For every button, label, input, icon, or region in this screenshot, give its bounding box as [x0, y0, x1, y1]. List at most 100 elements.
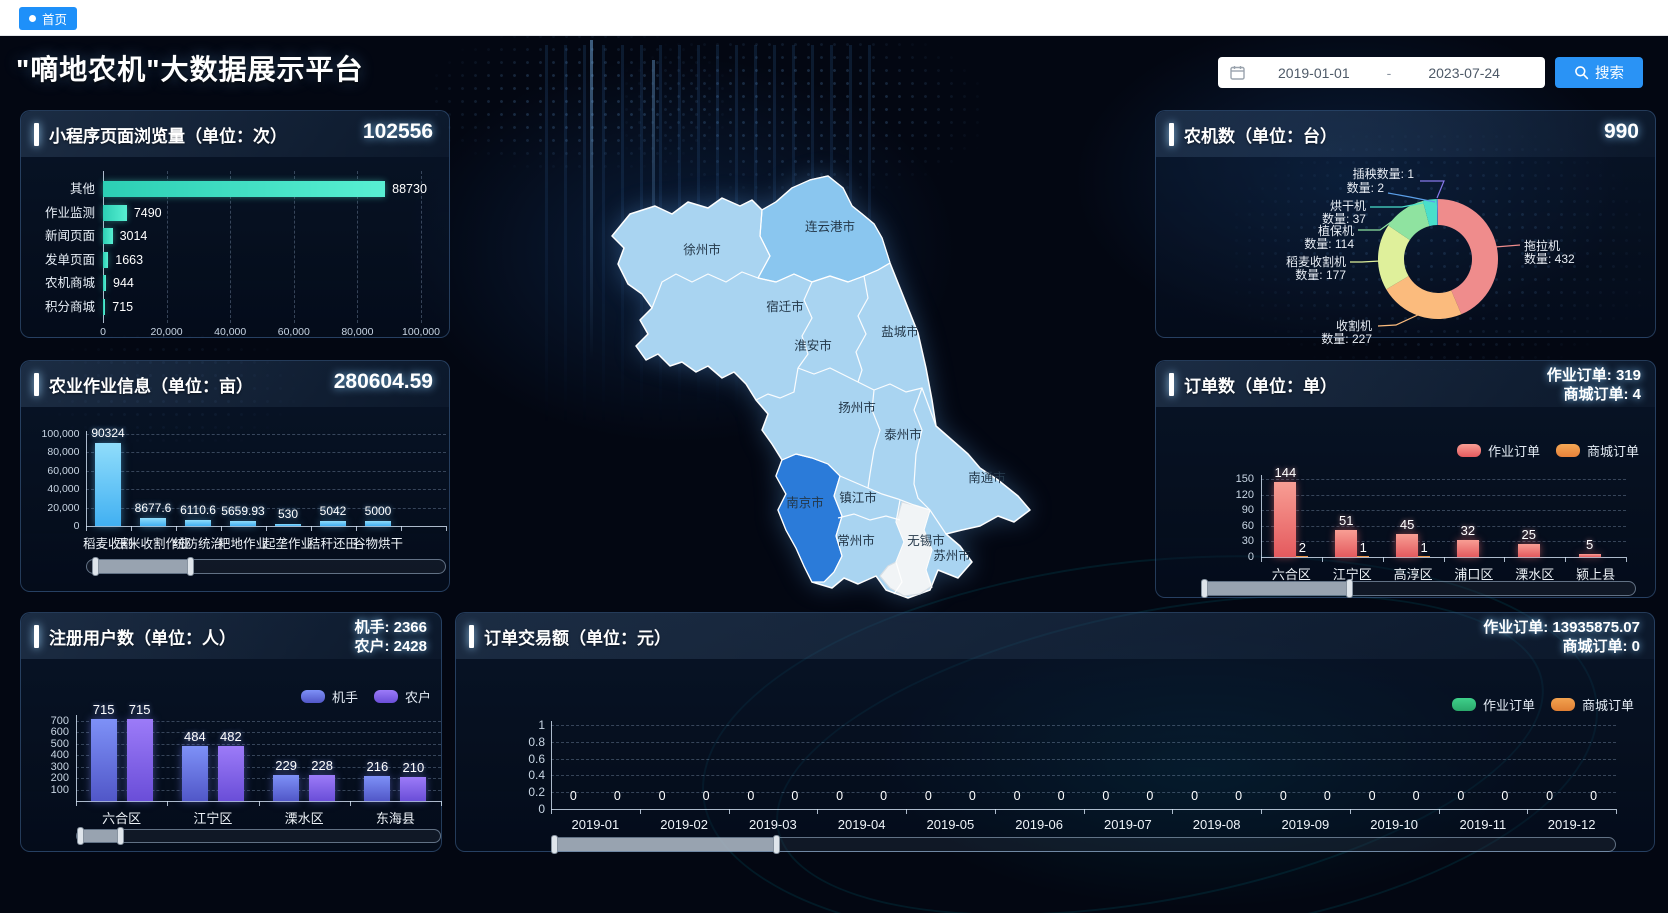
date-end-input[interactable]: 2023-07-24 [1395, 65, 1533, 81]
panel-title: 农机数（单位：台） [1184, 122, 1337, 147]
legend-item[interactable]: 农户 [374, 687, 431, 706]
stat-line: 农户: 2428 [354, 637, 427, 656]
search-button[interactable]: 搜索 [1555, 57, 1643, 88]
datazoom-window[interactable] [80, 830, 120, 842]
datazoom-handle[interactable] [773, 835, 780, 854]
axis-tick [167, 801, 168, 806]
header-accent-bar [34, 373, 39, 396]
chart-legend: 作业订单商城订单 [1452, 695, 1634, 714]
legend-label: 作业订单 [1483, 695, 1535, 714]
bar-category-label: 新闻页面 [21, 228, 95, 244]
map-city-label: 苏州市 [933, 548, 971, 563]
date-start-input[interactable]: 2019-01-01 [1245, 65, 1383, 81]
axis-tick-label: 100,000 [391, 326, 451, 338]
datazoom-slider[interactable] [76, 829, 441, 843]
date-range-picker[interactable]: 2019-01-01 - 2023-07-24 [1218, 57, 1545, 88]
datazoom-window[interactable] [96, 560, 191, 573]
bar-category-label: 作业监测 [21, 205, 95, 221]
legend-swatch [1556, 444, 1580, 457]
axis-tick [1444, 557, 1445, 562]
light-beam [590, 40, 593, 360]
axis-month-label: 2019-02 [640, 817, 728, 832]
axis-tick [356, 526, 357, 531]
point-value-label: 0 [1268, 789, 1298, 803]
map-city-label: 淮安市 [794, 338, 832, 353]
bar-value-label: 1663 [115, 252, 143, 268]
axis-tick [1504, 557, 1505, 562]
axis-tick-label: 100,000 [21, 428, 80, 440]
axis-month-label: 2019-03 [729, 817, 817, 832]
datazoom-handle[interactable] [1346, 579, 1353, 598]
bar [1296, 556, 1308, 557]
bar-value-label: 1 [1328, 540, 1398, 555]
datazoom-window[interactable] [1204, 582, 1349, 595]
legend-item[interactable]: 作业订单 [1452, 695, 1535, 714]
legend-swatch [374, 690, 398, 703]
datazoom-handle[interactable] [187, 557, 194, 576]
axis-tick-label: 300 [21, 761, 69, 773]
axis-tick [640, 809, 641, 814]
axis-tick [131, 526, 132, 531]
bar [320, 521, 346, 526]
grid-line [1261, 510, 1626, 511]
point-value-label: 0 [1002, 789, 1032, 803]
grid-line [86, 471, 447, 472]
bar-value-label: 944 [113, 275, 134, 291]
panel-users: 注册用户数（单位：人） 机手: 2366农户: 2428 10020030040… [20, 612, 442, 852]
axis-tick [1261, 557, 1262, 562]
y-axis-line [86, 431, 87, 526]
legend-item[interactable]: 机手 [301, 687, 358, 706]
axis-tick-label: 150 [1199, 473, 1254, 485]
datazoom-handle[interactable] [551, 835, 558, 854]
home-tab[interactable]: 首页 [19, 7, 77, 30]
legend-label: 机手 [332, 687, 358, 706]
datazoom-handle[interactable] [92, 557, 99, 576]
datazoom-handle[interactable] [117, 827, 124, 845]
donut-slice-label: 数量: 432 [1524, 250, 1575, 267]
point-value-label: 0 [1357, 789, 1387, 803]
bar [1418, 556, 1430, 557]
legend-item[interactable]: 商城订单 [1551, 695, 1634, 714]
axis-tick-label: 80,000 [327, 326, 387, 338]
axis-tick [446, 526, 447, 531]
dashboard: 首页 "嘀地农机"大数据展示平台 2019-01-01 - 2023-07-24… [0, 0, 1668, 913]
bar [1357, 556, 1369, 557]
datazoom-window[interactable] [554, 838, 776, 851]
axis-tick [441, 801, 442, 806]
bar [103, 205, 127, 221]
bar [1457, 540, 1479, 557]
map-city-label: 常州市 [837, 533, 875, 548]
dot-matrix-pattern [430, 30, 730, 170]
y-axis-line [76, 715, 77, 801]
axis-month-label: 2019-10 [1350, 817, 1438, 832]
datazoom-handle[interactable] [1201, 579, 1208, 598]
legend-item[interactable]: 作业订单 [1457, 441, 1540, 460]
date-separator: - [1383, 65, 1396, 81]
donut-slice-label: 数量: 177 [1295, 266, 1346, 283]
bar [1518, 544, 1540, 557]
bar-category-label: 积分商城 [21, 299, 95, 315]
panel-title: 注册用户数（单位：人） [49, 624, 236, 649]
datazoom-handle[interactable] [77, 827, 84, 845]
point-value-label: 0 [1180, 789, 1210, 803]
map-region-nanjing[interactable] [776, 454, 842, 582]
point-value-label: 0 [1401, 789, 1431, 803]
header-accent-bar [34, 625, 39, 648]
point-value-label: 0 [825, 789, 855, 803]
axis-tick [311, 526, 312, 531]
bar-value-label: 51 [1311, 513, 1381, 528]
bar-value-label: 3014 [120, 228, 148, 244]
axis-tick-label: 30 [1199, 535, 1254, 547]
axis-tick [1616, 809, 1617, 814]
y-axis-line [1261, 475, 1262, 557]
bar-value-label: 144 [1250, 465, 1320, 480]
axis-tick-label: 0 [485, 802, 545, 816]
bar-value-label: 90324 [73, 426, 143, 440]
donut-slice-label: 数量: 227 [1321, 330, 1372, 347]
bar [1579, 554, 1601, 557]
map-city-label: 连云港市 [805, 219, 855, 234]
legend-item[interactable]: 商城订单 [1556, 441, 1639, 460]
legend-label: 作业订单 [1488, 441, 1540, 460]
point-value-label: 0 [1312, 789, 1342, 803]
bar-value-label: 88730 [392, 181, 427, 197]
